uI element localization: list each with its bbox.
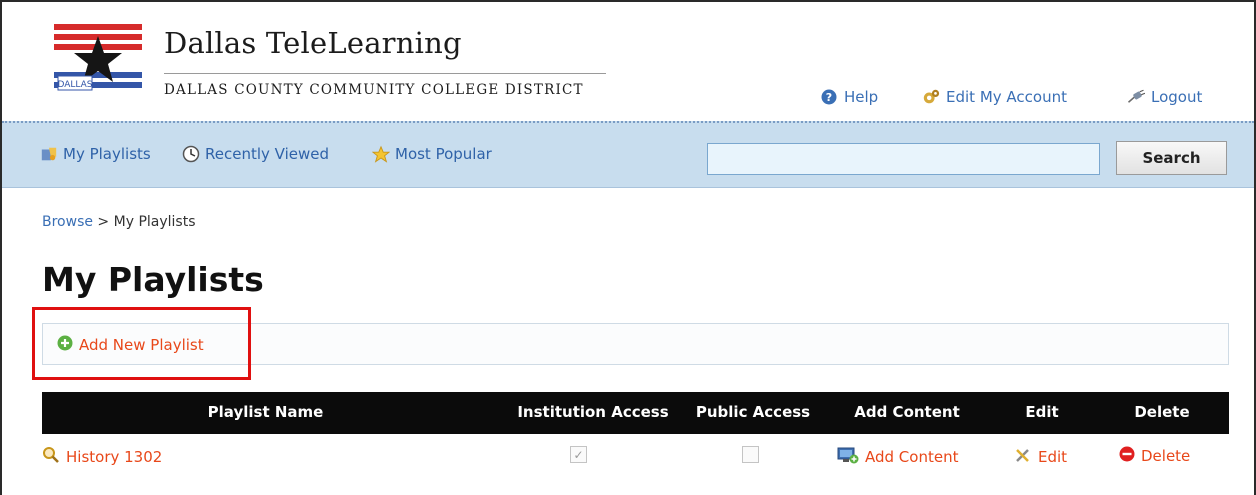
plug-icon <box>1127 88 1145 106</box>
help-icon: ? <box>820 88 838 106</box>
th-edit: Edit <box>1025 403 1059 421</box>
add-content-link[interactable]: Add Content <box>837 446 958 468</box>
nav-bar: My Playlists Recently Viewed Most Popula… <box>2 121 1254 188</box>
nav-most-popular-label: Most Popular <box>395 145 492 163</box>
monitor-add-icon <box>837 446 859 468</box>
edit-label: Edit <box>1038 448 1068 466</box>
clock-icon <box>182 145 200 163</box>
search-input[interactable] <box>707 143 1100 175</box>
edit-link[interactable]: Edit <box>1014 446 1067 468</box>
table-header-row: Playlist Name Institution Access Public … <box>42 392 1229 434</box>
logout-link[interactable]: Logout <box>1127 88 1202 106</box>
gear-icon <box>922 88 940 106</box>
nav-recently-viewed[interactable]: Recently Viewed <box>182 145 329 163</box>
search-button[interactable]: Search <box>1116 141 1227 175</box>
dallas-star-logo[interactable]: DALLAS <box>54 24 142 96</box>
help-label: Help <box>844 88 879 106</box>
delete-link[interactable]: Delete <box>1119 446 1190 466</box>
magnifier-icon <box>42 446 60 468</box>
table-row: History 1302 ✓ Add Content Edit Delete <box>42 434 1229 482</box>
public-access-checkbox[interactable] <box>742 446 759 463</box>
institution-access-checkbox[interactable]: ✓ <box>570 446 587 463</box>
th-institution-access: Institution Access <box>517 403 669 421</box>
th-add-content: Add Content <box>854 403 960 421</box>
nav-recently-viewed-label: Recently Viewed <box>205 145 329 163</box>
browser-frame: DALLAS Dallas TeleLearning DALLAS COUNTY… <box>0 0 1256 495</box>
th-public-access: Public Access <box>695 403 811 421</box>
breadcrumb-browse-link[interactable]: Browse <box>42 214 93 230</box>
site-title: Dallas TeleLearning <box>164 26 462 60</box>
checkmark-icon: ✓ <box>570 446 587 463</box>
nav-my-playlists-label: My Playlists <box>63 145 151 163</box>
playlist-actions-bar: Add New Playlist <box>42 323 1229 365</box>
add-new-playlist-link[interactable]: Add New Playlist <box>57 335 204 355</box>
add-new-playlist-label: Add New Playlist <box>79 336 204 354</box>
th-delete: Delete <box>1134 403 1190 421</box>
add-content-label: Add Content <box>865 448 959 466</box>
th-playlist-name: Playlist Name <box>207 403 324 421</box>
breadcrumb-separator: > <box>92 214 114 230</box>
nav-my-playlists[interactable]: My Playlists <box>40 145 151 163</box>
delete-icon <box>1119 446 1135 466</box>
playlist-name-label: History 1302 <box>66 448 163 466</box>
breadcrumb-current: My Playlists <box>113 214 196 230</box>
nav-most-popular[interactable]: Most Popular <box>372 145 492 163</box>
site-header: DALLAS Dallas TeleLearning DALLAS COUNTY… <box>2 2 1254 121</box>
tools-icon <box>1014 446 1032 468</box>
svg-text:?: ? <box>826 91 832 104</box>
help-link[interactable]: ? Help <box>820 88 878 106</box>
edit-account-link[interactable]: Edit My Account <box>922 88 1067 106</box>
logo-text: DALLAS <box>57 80 92 90</box>
page-title: My Playlists <box>42 260 264 299</box>
add-plus-icon <box>57 335 73 355</box>
breadcrumb: Browse > My Playlists <box>42 214 196 230</box>
star-icon <box>372 145 390 163</box>
playlist-icon <box>40 145 58 163</box>
playlist-name-link[interactable]: History 1302 <box>42 446 162 468</box>
logout-label: Logout <box>1151 88 1203 106</box>
edit-account-label: Edit My Account <box>946 88 1067 106</box>
site-subtitle: DALLAS COUNTY COMMUNITY COLLEGE DISTRICT <box>164 82 584 98</box>
delete-label: Delete <box>1141 447 1191 465</box>
title-divider <box>164 73 606 74</box>
